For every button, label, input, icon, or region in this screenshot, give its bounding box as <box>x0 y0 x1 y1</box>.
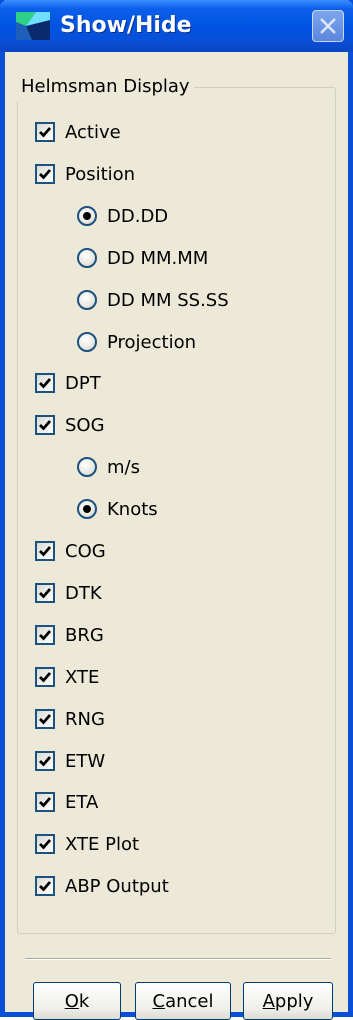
checkbox-box[interactable] <box>35 876 55 896</box>
radio-circle[interactable] <box>77 290 97 310</box>
checkbox-position[interactable]: Position <box>35 159 135 189</box>
option-label: SOG <box>65 414 105 436</box>
chart-app-icon <box>16 12 50 40</box>
checkbox-box[interactable] <box>35 709 55 729</box>
option-label: Knots <box>107 498 158 520</box>
option-label: DPT <box>65 372 101 394</box>
radio-circle[interactable] <box>77 248 97 268</box>
option-label: m/s <box>107 456 140 478</box>
checkbox-xte-plot[interactable]: XTE Plot <box>35 829 139 859</box>
window-title: Show/Hide <box>60 13 192 38</box>
check-mark-icon <box>39 127 52 138</box>
option-label: ETW <box>65 750 106 772</box>
check-mark-icon <box>39 797 52 808</box>
checkbox-box[interactable] <box>35 625 55 645</box>
close-button[interactable] <box>312 10 344 42</box>
checkbox-box[interactable] <box>35 834 55 854</box>
checkbox-rng[interactable]: RNG <box>35 704 105 734</box>
checkbox-box[interactable] <box>35 583 55 603</box>
checkbox-box[interactable] <box>35 792 55 812</box>
checkbox-box[interactable] <box>35 415 55 435</box>
option-label: DD MM SS.SS <box>107 289 229 311</box>
option-label: DD.DD <box>107 205 169 227</box>
check-mark-icon <box>39 420 52 431</box>
checkbox-box[interactable] <box>35 667 55 687</box>
radio-dd-dd[interactable]: DD.DD <box>77 201 168 231</box>
cancel-button[interactable]: Cancel <box>135 982 231 1020</box>
radio-knots[interactable]: Knots <box>77 494 158 524</box>
checkbox-box[interactable] <box>35 373 55 393</box>
ok-button[interactable]: Ok <box>33 982 121 1020</box>
separator <box>25 958 331 960</box>
option-label: XTE Plot <box>65 833 140 855</box>
radio-dd-mm-mm[interactable]: DD MM.MM <box>77 243 208 273</box>
radio-dd-mm-ss-ss[interactable]: DD MM SS.SS <box>77 285 229 315</box>
check-mark-icon <box>39 630 52 641</box>
radio-circle[interactable] <box>77 457 97 477</box>
close-icon <box>320 18 336 34</box>
option-label: RNG <box>65 708 105 730</box>
checkbox-etw[interactable]: ETW <box>35 746 105 776</box>
check-mark-icon <box>39 839 52 850</box>
check-mark-icon <box>39 672 52 683</box>
option-label: XTE <box>65 666 100 688</box>
radio-m-s[interactable]: m/s <box>77 452 140 482</box>
check-mark-icon <box>39 546 52 557</box>
checkbox-box[interactable] <box>35 122 55 142</box>
radio-dot <box>83 505 91 513</box>
radio-circle[interactable] <box>77 206 97 226</box>
group-label: Helmsman Display <box>17 72 194 102</box>
ok-label-rest: k <box>78 990 90 1012</box>
check-mark-icon <box>39 588 52 599</box>
option-label: ABP Output <box>65 875 169 897</box>
checkbox-brg[interactable]: BRG <box>35 620 104 650</box>
check-mark-icon <box>39 881 52 892</box>
checkbox-box[interactable] <box>35 751 55 771</box>
radio-dot <box>83 212 91 220</box>
option-label: COG <box>65 540 106 562</box>
apply-label-rest: pply <box>274 990 314 1012</box>
radio-circle[interactable] <box>77 499 97 519</box>
option-label: Active <box>65 121 121 143</box>
checkbox-sog[interactable]: SOG <box>35 410 105 440</box>
cancel-label-rest: ancel <box>165 990 214 1012</box>
title-bar[interactable]: Show/Hide <box>0 0 353 52</box>
check-mark-icon <box>39 756 52 767</box>
check-mark-icon <box>39 378 52 389</box>
checkbox-cog[interactable]: COG <box>35 536 106 566</box>
apply-mnemonic: A <box>262 990 275 1012</box>
option-label: DTK <box>65 582 102 604</box>
checkbox-dtk[interactable]: DTK <box>35 578 102 608</box>
checkbox-dpt[interactable]: DPT <box>35 368 101 398</box>
checkbox-xte[interactable]: XTE <box>35 662 99 692</box>
check-mark-icon <box>39 169 52 180</box>
show-hide-dialog: Show/Hide Helmsman Display Active Positio… <box>0 0 353 1020</box>
checkbox-box[interactable] <box>35 164 55 184</box>
checkbox-active[interactable]: Active <box>35 117 121 147</box>
check-mark-icon <box>39 714 52 725</box>
option-label: Position <box>65 163 136 185</box>
radio-circle[interactable] <box>77 332 97 352</box>
checkbox-eta[interactable]: ETA <box>35 787 98 817</box>
apply-button[interactable]: Apply <box>243 982 333 1020</box>
checkbox-abp-output[interactable]: ABP Output <box>35 871 169 901</box>
option-label: Projection <box>107 331 197 353</box>
cancel-mnemonic: C <box>152 990 166 1012</box>
radio-projection[interactable]: Projection <box>77 327 196 357</box>
ok-mnemonic: O <box>64 990 79 1012</box>
option-label: DD MM.MM <box>107 247 209 269</box>
option-label: ETA <box>65 791 99 813</box>
option-label: BRG <box>65 624 104 646</box>
checkbox-box[interactable] <box>35 541 55 561</box>
